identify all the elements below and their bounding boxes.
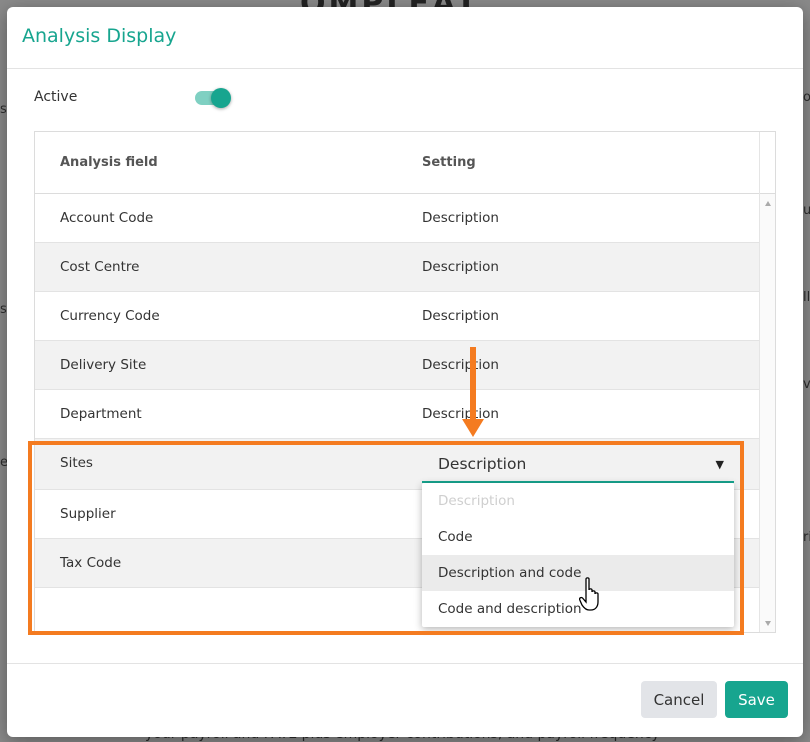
analysis-field-cell: Sites	[60, 455, 93, 471]
background-text: s	[0, 102, 7, 117]
cancel-button[interactable]: Cancel	[641, 681, 717, 718]
analysis-field-cell: Delivery Site	[60, 357, 147, 373]
table-row[interactable]: Cost Centre Description	[35, 243, 759, 292]
dialog-footer: Cancel Save	[7, 663, 803, 737]
option-description: Description	[438, 493, 515, 509]
background-text: o	[803, 90, 810, 105]
background-text: v	[803, 377, 810, 392]
background-text: ll	[803, 290, 810, 305]
analysis-field-cell: Currency Code	[60, 308, 160, 324]
active-toggle[interactable]	[195, 88, 231, 108]
table-row[interactable]: Currency Code Description	[35, 292, 759, 341]
option-code-and-description[interactable]: Code and description	[422, 591, 734, 627]
analysis-field-cell: Tax Code	[60, 555, 122, 571]
analysis-field-cell: Department	[60, 406, 142, 422]
background-text: u	[803, 203, 810, 218]
scroll-up-arrow-icon[interactable]	[765, 201, 771, 206]
table-header: Analysis field Setting	[35, 132, 759, 194]
analysis-field-cell: Account Code	[60, 210, 154, 226]
toggle-knob	[211, 88, 231, 108]
background-text: ri	[803, 530, 810, 545]
scroll-down-arrow-icon[interactable]	[765, 621, 771, 626]
setting-cell[interactable]: Description	[422, 357, 499, 373]
option-code[interactable]: Code	[422, 519, 734, 555]
vertical-scrollbar[interactable]	[759, 132, 775, 632]
column-header-setting: Setting	[422, 155, 476, 170]
save-button[interactable]: Save	[725, 681, 788, 718]
sites-setting-select[interactable]: Description ▼	[422, 447, 734, 483]
annotation-arrow-head-icon	[462, 419, 484, 437]
hand-pointer-cursor-icon	[579, 577, 599, 611]
scrollbar-header-cap	[760, 132, 775, 194]
annotation-arrow	[470, 347, 476, 421]
dialog-title: Analysis Display	[22, 25, 177, 47]
option-description-and-code[interactable]: Description and code	[422, 555, 734, 591]
analysis-display-dialog: Analysis Display Active Analysis field S…	[7, 7, 803, 737]
setting-options-menu: Description Code Description and code Co…	[422, 483, 734, 627]
setting-cell[interactable]: Description	[422, 406, 499, 422]
table-row[interactable]: Account Code Description	[35, 194, 759, 243]
table-row[interactable]: Delivery Site Description	[35, 341, 759, 390]
selected-value: Description	[438, 455, 527, 473]
dialog-header: Analysis Display	[7, 7, 803, 69]
analysis-field-cell: Supplier	[60, 506, 116, 522]
setting-cell[interactable]: Description	[422, 308, 499, 324]
active-label: Active	[34, 89, 78, 105]
setting-cell[interactable]: Description	[422, 210, 499, 226]
caret-down-icon: ▼	[715, 458, 724, 471]
column-header-analysis-field: Analysis field	[60, 155, 158, 170]
analysis-field-cell: Cost Centre	[60, 259, 140, 275]
background-text: s	[0, 302, 7, 317]
setting-cell[interactable]: Description	[422, 259, 499, 275]
table-row[interactable]: Department Description	[35, 390, 759, 439]
